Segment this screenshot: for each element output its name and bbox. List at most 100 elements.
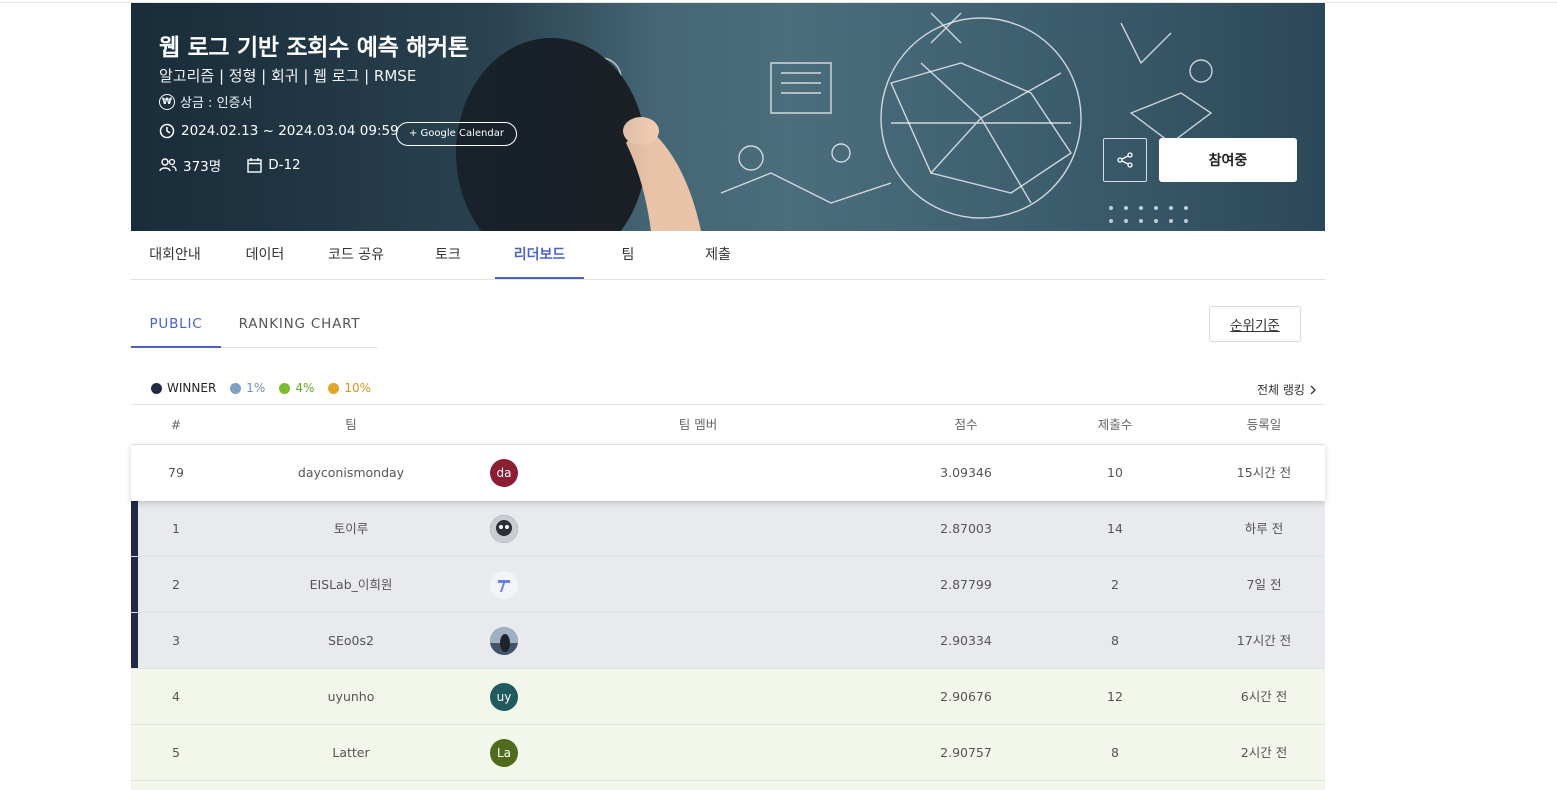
- header-submissions: 제출수: [1097, 417, 1133, 432]
- 4pct-dot-icon: [279, 382, 291, 394]
- table-row[interactable]: 5 Latter La 2.90757 8 2시간 전: [131, 725, 1325, 781]
- row-team: uyunho: [327, 689, 375, 704]
- row-score: 2.87799: [940, 577, 992, 592]
- row-rank: 79: [168, 465, 184, 480]
- prize-label: 상금 : 인증서: [180, 96, 253, 111]
- google-calendar-button[interactable]: + Google Calendar: [396, 122, 517, 146]
- row-team: Latter: [332, 745, 370, 760]
- row-submissions: 10: [1107, 465, 1123, 480]
- profile-image-icon: [490, 571, 518, 599]
- legend-1pct: 1%: [230, 381, 265, 395]
- avatar[interactable]: da: [490, 459, 518, 487]
- 10pct-dot-icon: [328, 382, 340, 394]
- avatar[interactable]: [490, 515, 518, 543]
- participant-count: 373명: [183, 159, 222, 175]
- share-button[interactable]: [1103, 138, 1147, 182]
- tab-team[interactable]: 팀: [593, 231, 663, 279]
- row-team: 토이루: [333, 521, 369, 536]
- avatar[interactable]: uy: [490, 683, 518, 711]
- row-submissions: 14: [1107, 521, 1123, 536]
- competition-tabs: 대회안내 데이터 코드 공유 토크 리더보드 팀 제출: [131, 231, 1325, 280]
- clock-icon: [159, 123, 175, 139]
- table-row-partial: [131, 781, 1325, 790]
- row-date: 15시간 전: [1236, 465, 1292, 480]
- row-submissions: 12: [1107, 689, 1123, 704]
- chevron-right-icon: [1310, 385, 1316, 394]
- competition-meta: 373명 D-12: [159, 155, 301, 175]
- row-date: 7일 전: [1246, 577, 1282, 592]
- tier-legend: WINNER 1% 4% 10%: [151, 381, 385, 395]
- subtab-ranking-chart[interactable]: RANKING CHART: [221, 303, 378, 348]
- row-team: EISLab_이희원: [309, 577, 393, 592]
- competition-tags: 알고리즘 | 정형 | 회귀 | 웹 로그 | RMSE: [159, 67, 417, 85]
- header-team: 팀: [345, 417, 357, 432]
- row-rank: 1: [172, 521, 180, 536]
- dday-label: D-12: [268, 157, 301, 173]
- row-date: 17시간 전: [1236, 633, 1292, 648]
- table-row[interactable]: 4 uyunho uy 2.90676 12 6시간 전: [131, 669, 1325, 725]
- row-rank: 5: [172, 745, 180, 760]
- won-icon: ₩: [159, 93, 175, 110]
- avatar[interactable]: La: [490, 739, 518, 767]
- 1pct-dot-icon: [230, 382, 242, 394]
- tab-submit[interactable]: 제출: [675, 231, 761, 279]
- prize-info: ₩ 상금 : 인증서: [159, 92, 252, 111]
- row-team: SEo0s2: [328, 633, 374, 648]
- full-ranking-link[interactable]: 전체 랭킹: [1257, 381, 1317, 398]
- tab-leaderboard[interactable]: 리더보드: [495, 231, 584, 279]
- row-score: 2.90334: [940, 633, 992, 648]
- profile-image-icon: [490, 515, 518, 543]
- avatar[interactable]: [490, 627, 518, 655]
- full-ranking-label: 전체 랭킹: [1257, 383, 1305, 397]
- dday-group: D-12: [247, 157, 301, 173]
- row-submissions: 2: [1111, 577, 1119, 592]
- legend-label: 1%: [246, 381, 266, 395]
- header-rank: #: [170, 417, 182, 432]
- header-score: 점수: [954, 417, 978, 432]
- row-score: 2.90757: [940, 745, 992, 760]
- table-row-my-team[interactable]: 79 dayconismonday da 3.09346 10 15시간 전: [131, 445, 1325, 501]
- legend-label: WINNER: [167, 381, 217, 395]
- competition-period: 2024.02.13 ~ 2024.03.04 09:59: [159, 123, 399, 139]
- table-row[interactable]: 1 토이루 2.87003 14 하루 전: [131, 501, 1325, 557]
- row-team: dayconismonday: [297, 465, 405, 480]
- tab-code-share[interactable]: 코드 공유: [311, 231, 401, 279]
- row-score: 3.09346: [940, 465, 992, 480]
- table-row[interactable]: 2 EISLab_이희원 2.87799 2 7일 전: [131, 557, 1325, 613]
- row-submissions: 8: [1111, 745, 1119, 760]
- leaderboard-subtabs: PUBLIC RANKING CHART: [131, 303, 378, 348]
- subtab-public[interactable]: PUBLIC: [131, 303, 221, 348]
- tab-data[interactable]: 데이터: [227, 231, 303, 279]
- winner-dot-icon: [151, 382, 162, 394]
- row-date: 하루 전: [1244, 521, 1284, 536]
- join-button[interactable]: 참여중: [1159, 138, 1297, 182]
- tab-talk[interactable]: 토크: [411, 231, 485, 279]
- calendar-icon: [247, 158, 262, 173]
- rank-basis-button[interactable]: 순위기준: [1209, 306, 1301, 342]
- row-submissions: 8: [1111, 633, 1119, 648]
- row-rank: 4: [172, 689, 180, 704]
- header-members: 팀 멤버: [678, 417, 718, 432]
- header-date: 등록일: [1246, 417, 1282, 432]
- row-score: 2.90676: [940, 689, 992, 704]
- profile-image-icon: [490, 627, 518, 655]
- row-rank: 3: [172, 633, 180, 648]
- legend-4pct: 4%: [279, 381, 314, 395]
- tab-overview[interactable]: 대회안내: [131, 231, 219, 279]
- competition-title: 웹 로그 기반 조회수 예측 해커톤: [159, 35, 469, 61]
- share-icon: [1117, 152, 1133, 168]
- row-rank: 2: [172, 577, 180, 592]
- row-score: 2.87003: [940, 521, 992, 536]
- people-icon: [159, 158, 177, 172]
- row-date: 2시간 전: [1240, 745, 1288, 760]
- row-date: 6시간 전: [1240, 689, 1288, 704]
- legend-label: 4%: [295, 381, 315, 395]
- legend-winner: WINNER: [151, 381, 216, 395]
- legend-label: 10%: [344, 381, 372, 395]
- avatar[interactable]: [490, 571, 518, 599]
- legend-10pct: 10%: [328, 381, 371, 395]
- table-row[interactable]: 3 SEo0s2 2.90334 8 17시간 전: [131, 613, 1325, 669]
- leaderboard-header: # 팀 팀 멤버 점수 제출수 등록일: [131, 404, 1325, 445]
- period-text: 2024.02.13 ~ 2024.03.04 09:59: [181, 123, 399, 139]
- competition-banner: 웹 로그 기반 조회수 예측 해커톤 알고리즘 | 정형 | 회귀 | 웹 로그…: [131, 3, 1325, 231]
